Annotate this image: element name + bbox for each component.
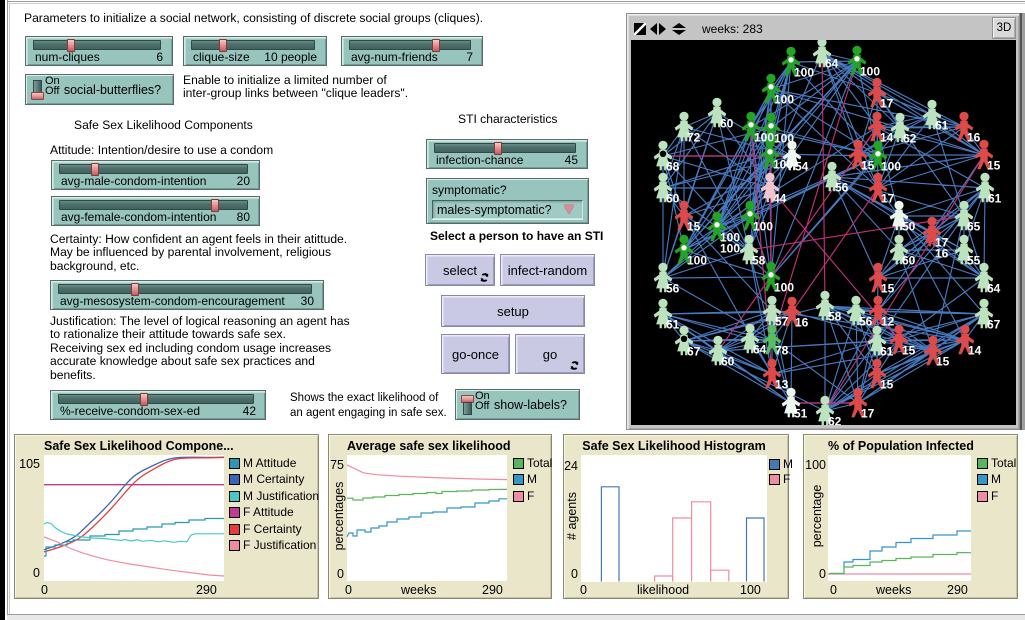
svg-text:100: 100 — [881, 160, 901, 174]
svg-text:61: 61 — [666, 318, 680, 332]
svg-text:12: 12 — [881, 315, 895, 329]
svg-text:61: 61 — [988, 192, 1002, 206]
svg-text:16: 16 — [967, 131, 981, 145]
svg-text:60: 60 — [720, 117, 734, 131]
svg-text:61: 61 — [880, 345, 894, 359]
svg-text:64: 64 — [987, 282, 1001, 296]
svg-text:50: 50 — [902, 220, 916, 234]
svg-text:62: 62 — [828, 415, 842, 426]
svg-text:44: 44 — [773, 192, 787, 206]
svg-text:60: 60 — [666, 192, 680, 206]
svg-text:54: 54 — [795, 160, 809, 174]
svg-text:17: 17 — [881, 192, 895, 206]
svg-text:15: 15 — [902, 344, 916, 358]
svg-text:15: 15 — [687, 220, 701, 234]
svg-text:60: 60 — [902, 254, 916, 268]
svg-text:100: 100 — [773, 158, 793, 172]
svg-text:65: 65 — [967, 220, 981, 234]
svg-text:14: 14 — [968, 344, 982, 358]
svg-text:100: 100 — [774, 132, 794, 146]
svg-text:72: 72 — [687, 131, 701, 145]
svg-text:16: 16 — [935, 247, 949, 261]
svg-text:60: 60 — [721, 355, 735, 369]
svg-text:56: 56 — [859, 315, 873, 329]
svg-text:57: 57 — [775, 315, 789, 329]
svg-text:56: 56 — [666, 282, 680, 296]
svg-text:62: 62 — [903, 132, 917, 146]
svg-text:100: 100 — [860, 65, 880, 79]
svg-text:14: 14 — [880, 131, 894, 145]
svg-text:56: 56 — [835, 181, 849, 195]
svg-text:55: 55 — [967, 254, 981, 268]
svg-text:51: 51 — [794, 407, 808, 421]
svg-text:64: 64 — [825, 57, 839, 71]
svg-text:15: 15 — [881, 282, 895, 296]
svg-text:78: 78 — [775, 344, 789, 358]
svg-text:100: 100 — [720, 242, 740, 256]
svg-text:17: 17 — [880, 97, 894, 111]
svg-text:13: 13 — [775, 378, 789, 392]
svg-text:100: 100 — [794, 66, 814, 80]
svg-text:58: 58 — [752, 254, 766, 268]
svg-text:15: 15 — [936, 355, 950, 369]
svg-text:100: 100 — [753, 220, 773, 234]
svg-text:67: 67 — [687, 345, 701, 359]
svg-text:15: 15 — [861, 159, 875, 173]
svg-text:100: 100 — [754, 131, 774, 145]
svg-text:16: 16 — [795, 316, 809, 330]
svg-text:100: 100 — [774, 93, 794, 107]
svg-text:61: 61 — [935, 119, 949, 133]
svg-text:15: 15 — [987, 159, 1001, 173]
svg-text:100: 100 — [774, 281, 794, 295]
svg-text:64: 64 — [753, 343, 767, 357]
svg-text:67: 67 — [987, 318, 1001, 332]
svg-text:58: 58 — [828, 310, 842, 324]
svg-text:15: 15 — [880, 378, 894, 392]
svg-text:17: 17 — [861, 407, 875, 421]
svg-text:68: 68 — [666, 160, 680, 174]
svg-text:100: 100 — [687, 254, 707, 268]
